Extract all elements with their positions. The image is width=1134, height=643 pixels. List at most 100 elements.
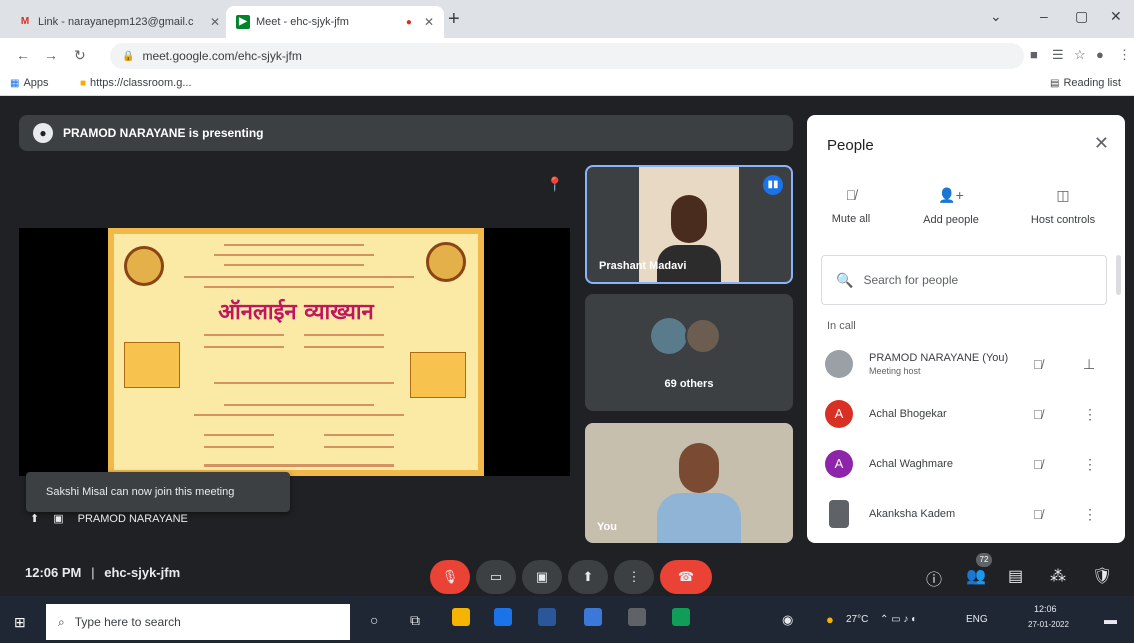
recording-dot-icon: ●	[405, 16, 412, 28]
leave-call-button[interactable]: ☎	[660, 560, 712, 594]
reading-list-button[interactable]: ▤ Reading list	[1050, 77, 1121, 89]
participant-name: Prashant Madavi	[599, 260, 687, 272]
reading-list-icon: ▤	[1050, 77, 1060, 89]
apps-grid-icon: ▦	[10, 77, 20, 89]
mic-off-icon: 🎙̸	[1033, 356, 1043, 372]
more-options-button[interactable]: ⋮	[614, 560, 654, 594]
app-icon[interactable]	[494, 608, 512, 626]
present-now-button[interactable]: ⬆	[568, 560, 608, 594]
reload-button[interactable]: ↻	[74, 47, 86, 64]
close-tab-icon[interactable]: ✕	[210, 15, 220, 29]
meet-icon: ▶	[236, 15, 250, 29]
camera-app-icon[interactable]	[628, 608, 646, 626]
others-tile[interactable]: 69 others	[585, 294, 793, 411]
mute-all-button[interactable]: 🎙̸ Mute all	[811, 187, 891, 225]
camera-in-use-icon[interactable]: ■	[1030, 47, 1038, 62]
bookmark-classroom[interactable]: ■ https://classroom.g...	[80, 77, 192, 89]
university-seal-right	[426, 242, 466, 282]
participant-row[interactable]: Akanksha Kadem 🎙̸ ⋮	[807, 491, 1125, 537]
others-count: 69 others	[664, 378, 714, 390]
forward-button[interactable]: →	[44, 47, 58, 63]
microphone-button[interactable]: 🎙	[430, 560, 470, 594]
cortana-icon[interactable]: ○	[370, 612, 378, 628]
avatar	[829, 500, 849, 528]
add-people-button[interactable]: 👤+ Add people	[911, 187, 991, 226]
people-icon[interactable]: 👥	[966, 566, 986, 586]
search-people-input[interactable]: 🔍 Search for people	[821, 255, 1107, 305]
others-avatar	[651, 318, 687, 354]
app-icon[interactable]	[584, 608, 602, 626]
gmail-icon: M	[20, 16, 30, 27]
more-options-icon[interactable]: ⋮	[1083, 406, 1097, 423]
clock-date[interactable]: 27-01-2022	[1028, 620, 1069, 629]
tab-gmail[interactable]: M Link - narayanepm123@gmail.c ✕	[8, 6, 230, 38]
chrome-active-icon[interactable]	[672, 608, 690, 626]
clock-time[interactable]: 12:06	[1034, 604, 1057, 614]
tab-search-icon[interactable]: ⌄	[990, 8, 1002, 25]
slide-side-box-right	[410, 352, 466, 398]
pin-icon[interactable]: 📍	[546, 176, 563, 193]
maximize-button[interactable]: ▢	[1075, 8, 1088, 25]
host-controls-button[interactable]: ◫ Host controls	[1023, 187, 1103, 226]
close-panel-icon[interactable]: ✕	[1094, 133, 1109, 154]
speaking-indicator-icon: ▮▮	[763, 175, 783, 195]
captions-button[interactable]: ▣	[522, 560, 562, 594]
present-screen-icon: ▣	[53, 513, 64, 525]
input-language[interactable]: ENG	[966, 614, 988, 625]
panel-scrollbar[interactable]	[1116, 255, 1121, 295]
extension-icon[interactable]: ☰	[1052, 47, 1064, 63]
people-panel: People ✕ 🎙̸ Mute all 👤+ Add people ◫ Hos…	[807, 115, 1125, 543]
slide-title: ऑनलाईन व्याख्यान	[218, 299, 374, 325]
mic-off-icon: 🎙̸	[845, 187, 857, 203]
task-view-icon[interactable]: ⧉	[410, 612, 420, 629]
meeting-info-icon[interactable]: ⓘ	[926, 566, 942, 590]
browser-tab-bar: M Link - narayanepm123@gmail.c ✕ ▶ Meet …	[0, 0, 1134, 38]
participant-count-badge: 72	[976, 553, 992, 567]
menu-icon[interactable]: ⋮	[1118, 47, 1131, 63]
close-tab-icon[interactable]: ✕	[424, 15, 434, 29]
pin-icon[interactable]: ⊥	[1083, 356, 1095, 373]
more-options-icon[interactable]: ⋮	[1083, 506, 1097, 523]
minimize-button[interactable]: –	[1040, 8, 1048, 24]
in-call-label: In call	[827, 320, 856, 332]
bookmark-apps[interactable]: ▦ Apps	[10, 77, 49, 89]
host-controls-icon[interactable]: 🛡	[1092, 566, 1112, 586]
self-tile[interactable]: You	[585, 423, 793, 543]
chat-icon[interactable]: ▤	[1008, 566, 1023, 586]
back-button[interactable]: ←	[16, 47, 30, 63]
pin-icon[interactable]: ⬆	[30, 512, 39, 525]
word-icon[interactable]	[538, 608, 556, 626]
close-window-button[interactable]: ✕	[1110, 8, 1122, 25]
new-tab-button[interactable]: +	[448, 8, 460, 31]
activities-icon[interactable]: ⁂	[1050, 566, 1066, 586]
shared-slide: ऑनलाईन व्याख्यान	[108, 228, 484, 476]
system-tray-icons[interactable]: ⌃ ▭ ♪ ◐	[880, 614, 917, 625]
participant-tile-speaking[interactable]: ▮▮ Prashant Madavi	[585, 165, 793, 284]
self-name: You	[597, 521, 617, 533]
participant-row[interactable]: A Achal Waghmare 🎙̸ ⋮	[807, 441, 1125, 487]
camera-button[interactable]: ▭	[476, 560, 516, 594]
avatar: A	[825, 450, 853, 478]
mic-off-icon: 🎙̸	[1033, 406, 1043, 422]
tab-meet[interactable]: ▶ Meet - ehc-sjyk-jfm ● ✕	[226, 6, 444, 38]
mic-off-icon: 🎙̸	[1033, 456, 1043, 472]
participant-row[interactable]: PRAMOD NARAYANE (You) Meeting host 🎙̸ ⊥	[807, 341, 1125, 387]
host-controls-icon: ◫	[1056, 187, 1070, 203]
taskbar-search[interactable]: ⌕ Type here to search	[46, 604, 350, 640]
more-options-icon[interactable]: ⋮	[1083, 456, 1097, 473]
weather-icon: ●	[826, 612, 834, 627]
avatar: A	[825, 400, 853, 428]
search-icon: ⌕	[58, 614, 65, 629]
panel-title: People	[827, 137, 874, 154]
participant-row[interactable]: A Achal Bhogekar 🎙̸ ⋮	[807, 391, 1125, 437]
chrome-icon[interactable]	[452, 608, 470, 626]
start-button[interactable]: ⊞	[14, 614, 26, 631]
notifications-icon[interactable]: ▬	[1104, 612, 1117, 627]
bookmark-star-icon[interactable]: ☆	[1074, 47, 1086, 63]
presenting-banner: ● PRAMOD NARAYANE is presenting	[19, 115, 793, 151]
url-bar[interactable]: 🔒 meet.google.com/ehc-sjyk-jfm	[110, 43, 1024, 69]
lock-icon: 🔒	[122, 50, 135, 62]
university-seal-left	[124, 246, 164, 286]
app-tray-icon[interactable]: ◉	[782, 612, 793, 628]
profile-avatar[interactable]: ●	[1096, 47, 1104, 62]
